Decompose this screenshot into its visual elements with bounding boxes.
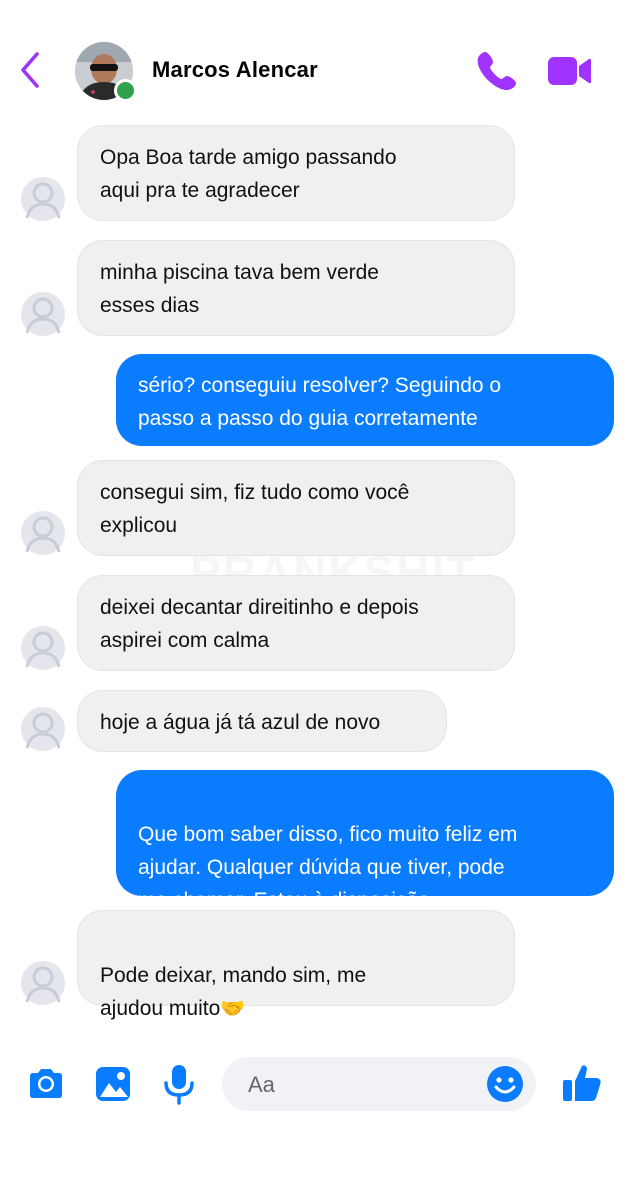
thumbs-up-icon [563,1065,601,1101]
message-text: Que bom saber disso, fico muito feliz em… [138,823,518,912]
camera-icon [30,1069,62,1098]
sender-avatar-icon [21,511,65,555]
incoming-message[interactable]: Opa Boa tarde amigo passando aqui pra te… [77,125,515,221]
outgoing-message[interactable]: sério? conseguiu resolver? Seguindo o pa… [116,354,614,446]
incoming-message[interactable]: deixei decantar direitinho e depois aspi… [77,575,515,671]
gallery-button[interactable] [94,1064,134,1104]
sender-avatar-icon [21,626,65,670]
incoming-message[interactable]: hoje a água já tá azul de novo [77,690,447,752]
emoji-button[interactable] [486,1065,524,1103]
microphone-icon [164,1065,194,1105]
incoming-message[interactable]: Pode deixar, mando sim, me ajudou muito🤝 [77,910,515,1020]
message-input-container[interactable] [222,1057,536,1111]
handshake-emoji-icon: 🤝 [220,996,246,1020]
sender-avatar-icon [21,707,65,751]
message-composer [0,1045,630,1125]
outgoing-message[interactable]: Que bom saber disso, fico muito feliz em… [116,770,614,945]
incoming-message[interactable]: minha piscina tava bem verde esses dias [77,240,515,336]
message-thread[interactable]: PRANKSHIT PRANKSHIT Opa Boa tarde amigo … [0,0,630,1040]
smiley-icon [487,1066,523,1102]
image-icon [96,1067,130,1101]
camera-button[interactable] [26,1064,66,1104]
like-button[interactable] [560,1061,604,1105]
message-input[interactable] [246,1067,480,1103]
voice-message-button[interactable] [160,1062,198,1106]
sender-avatar-icon [21,292,65,336]
sender-avatar-icon [21,177,65,221]
incoming-message[interactable]: consegui sim, fiz tudo como você explico… [77,460,515,556]
sender-avatar-icon [21,961,65,1005]
